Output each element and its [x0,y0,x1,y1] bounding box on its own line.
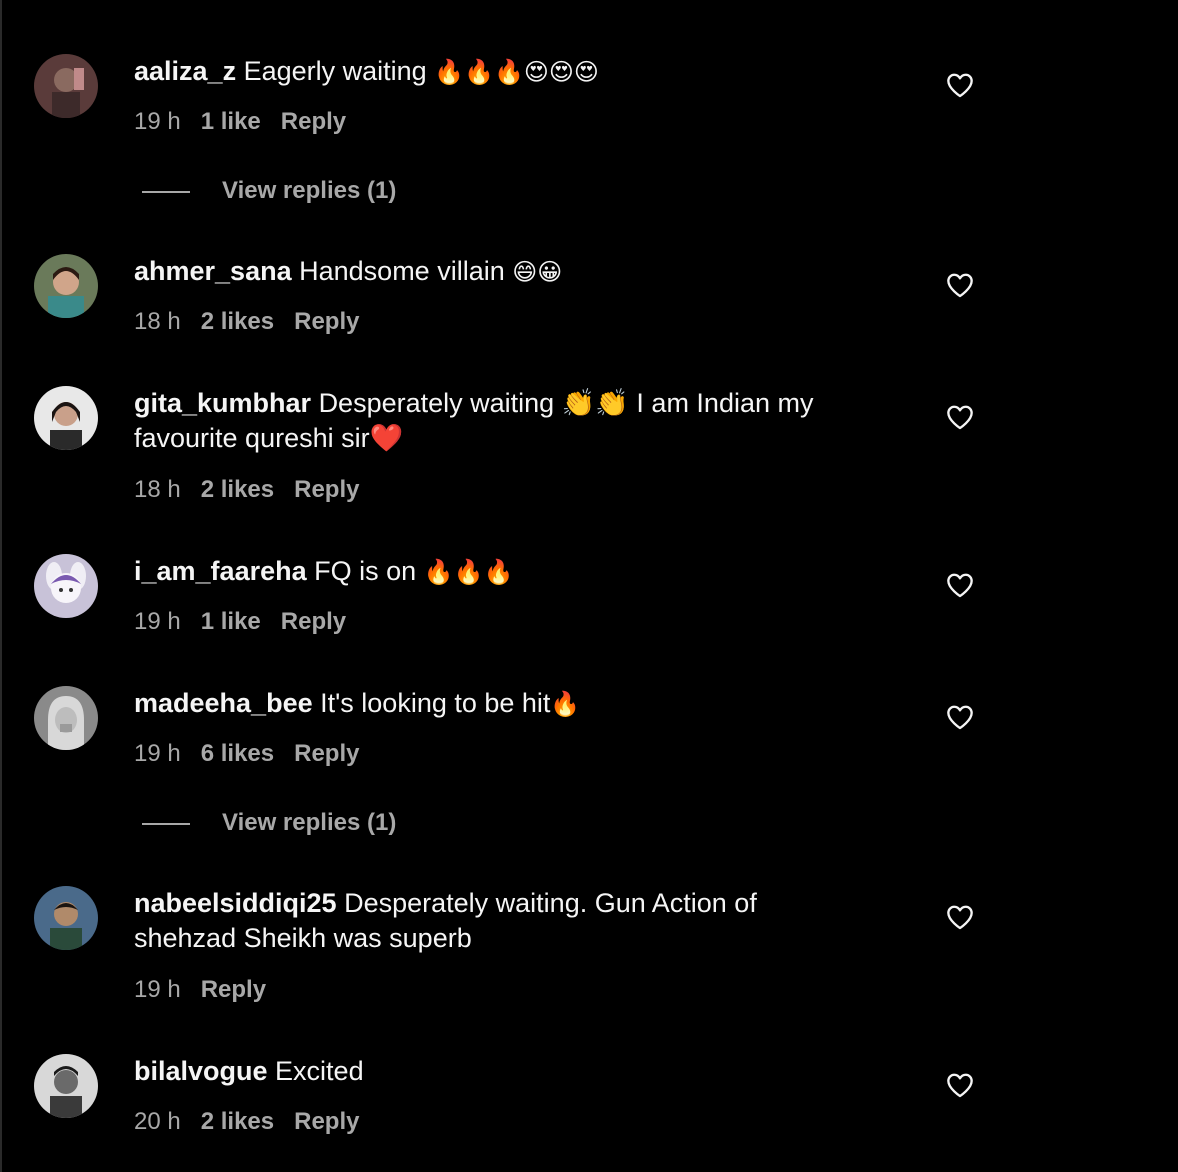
like-heart-icon[interactable] [946,72,974,98]
comment-username[interactable]: gita_kumbhar [134,388,311,418]
reply-button[interactable]: Reply [294,476,359,503]
comment-meta: 19 h 1 like Reply [134,108,366,136]
comment-text: nabeelsiddiqi25 Desperately waiting. Gun… [134,886,854,956]
comment-emoji: 😄😀 [512,258,563,286]
comment-meta: 20 h 2 likes Reply [134,1108,379,1136]
comment-time: 19 h [134,976,181,1003]
reply-button[interactable]: Reply [294,1108,359,1135]
comment-time: 18 h [134,308,181,335]
comment-username[interactable]: ahmer_sana [134,256,292,286]
comment-likes[interactable]: 2 likes [201,1108,274,1135]
like-heart-icon[interactable] [946,272,974,298]
comment-username[interactable]: nabeelsiddiqi25 [134,888,337,918]
replies-divider [142,823,190,825]
comment-likes[interactable]: 2 likes [201,308,274,335]
comment-username[interactable]: i_am_faareha [134,556,307,586]
like-heart-icon[interactable] [946,404,974,430]
comment-body: FQ is on [314,556,424,586]
comment-username[interactable]: bilalvogue [134,1056,268,1086]
comment-username[interactable]: aaliza_z [134,56,236,86]
avatar[interactable] [34,1054,98,1118]
avatar[interactable] [34,386,98,450]
reply-button[interactable]: Reply [281,608,346,635]
comment-time: 19 h [134,740,181,767]
comment-text: madeeha_bee It's looking to be hit🔥 [134,686,854,722]
comment-meta: 18 h 2 likes Reply [134,476,379,504]
comment-emoji: 🔥 [550,690,581,718]
comment-text: aaliza_z Eagerly waiting 🔥🔥🔥😍😍😍 [134,54,854,90]
comment-meta: 19 h 1 like Reply [134,608,366,636]
like-heart-icon[interactable] [946,572,974,598]
comment-body: It's looking to be hit [320,688,551,718]
comment-username[interactable]: madeeha_bee [134,688,313,718]
comment-likes[interactable]: 1 like [201,108,261,135]
comment-likes[interactable]: 1 like [201,608,261,635]
comment-text: ahmer_sana Handsome villain 😄😀 [134,254,854,290]
comment-meta: 19 h 6 likes Reply [134,740,379,768]
comment-emoji: 🔥🔥🔥 [423,558,514,586]
comment-time: 19 h [134,608,181,635]
comment-text: i_am_faareha FQ is on 🔥🔥🔥 [134,554,854,590]
view-replies-button[interactable]: View replies (1) [222,809,396,837]
reply-button[interactable]: Reply [201,976,266,1003]
left-edge-divider [0,0,2,1172]
comment-likes[interactable]: 2 likes [201,476,274,503]
comment-text: gita_kumbhar Desperately waiting 👏👏 I am… [134,386,854,456]
comment-time: 18 h [134,476,181,503]
comment-body: Eagerly waiting [243,56,435,86]
avatar[interactable] [34,254,98,318]
avatar[interactable] [34,886,98,950]
comment-text: bilalvogue Excited [134,1054,854,1089]
comment-body: Excited [275,1056,364,1086]
comment-time: 19 h [134,108,181,135]
reply-button[interactable]: Reply [281,108,346,135]
like-heart-icon[interactable] [946,904,974,930]
view-replies-button[interactable]: View replies (1) [222,177,396,205]
reply-button[interactable]: Reply [294,740,359,767]
reply-button[interactable]: Reply [294,308,359,335]
avatar[interactable] [34,554,98,618]
replies-divider [142,191,190,193]
comment-emoji: 🔥🔥🔥😍😍😍 [434,58,599,86]
comment-time: 20 h [134,1108,181,1135]
comment-likes[interactable]: 6 likes [201,740,274,767]
like-heart-icon[interactable] [946,1072,974,1098]
comment-meta: 19 h Reply [134,976,286,1004]
comment-meta: 18 h 2 likes Reply [134,308,379,336]
like-heart-icon[interactable] [946,704,974,730]
avatar[interactable] [34,54,98,118]
avatar[interactable] [34,686,98,750]
comment-body: Handsome villain [299,256,513,286]
